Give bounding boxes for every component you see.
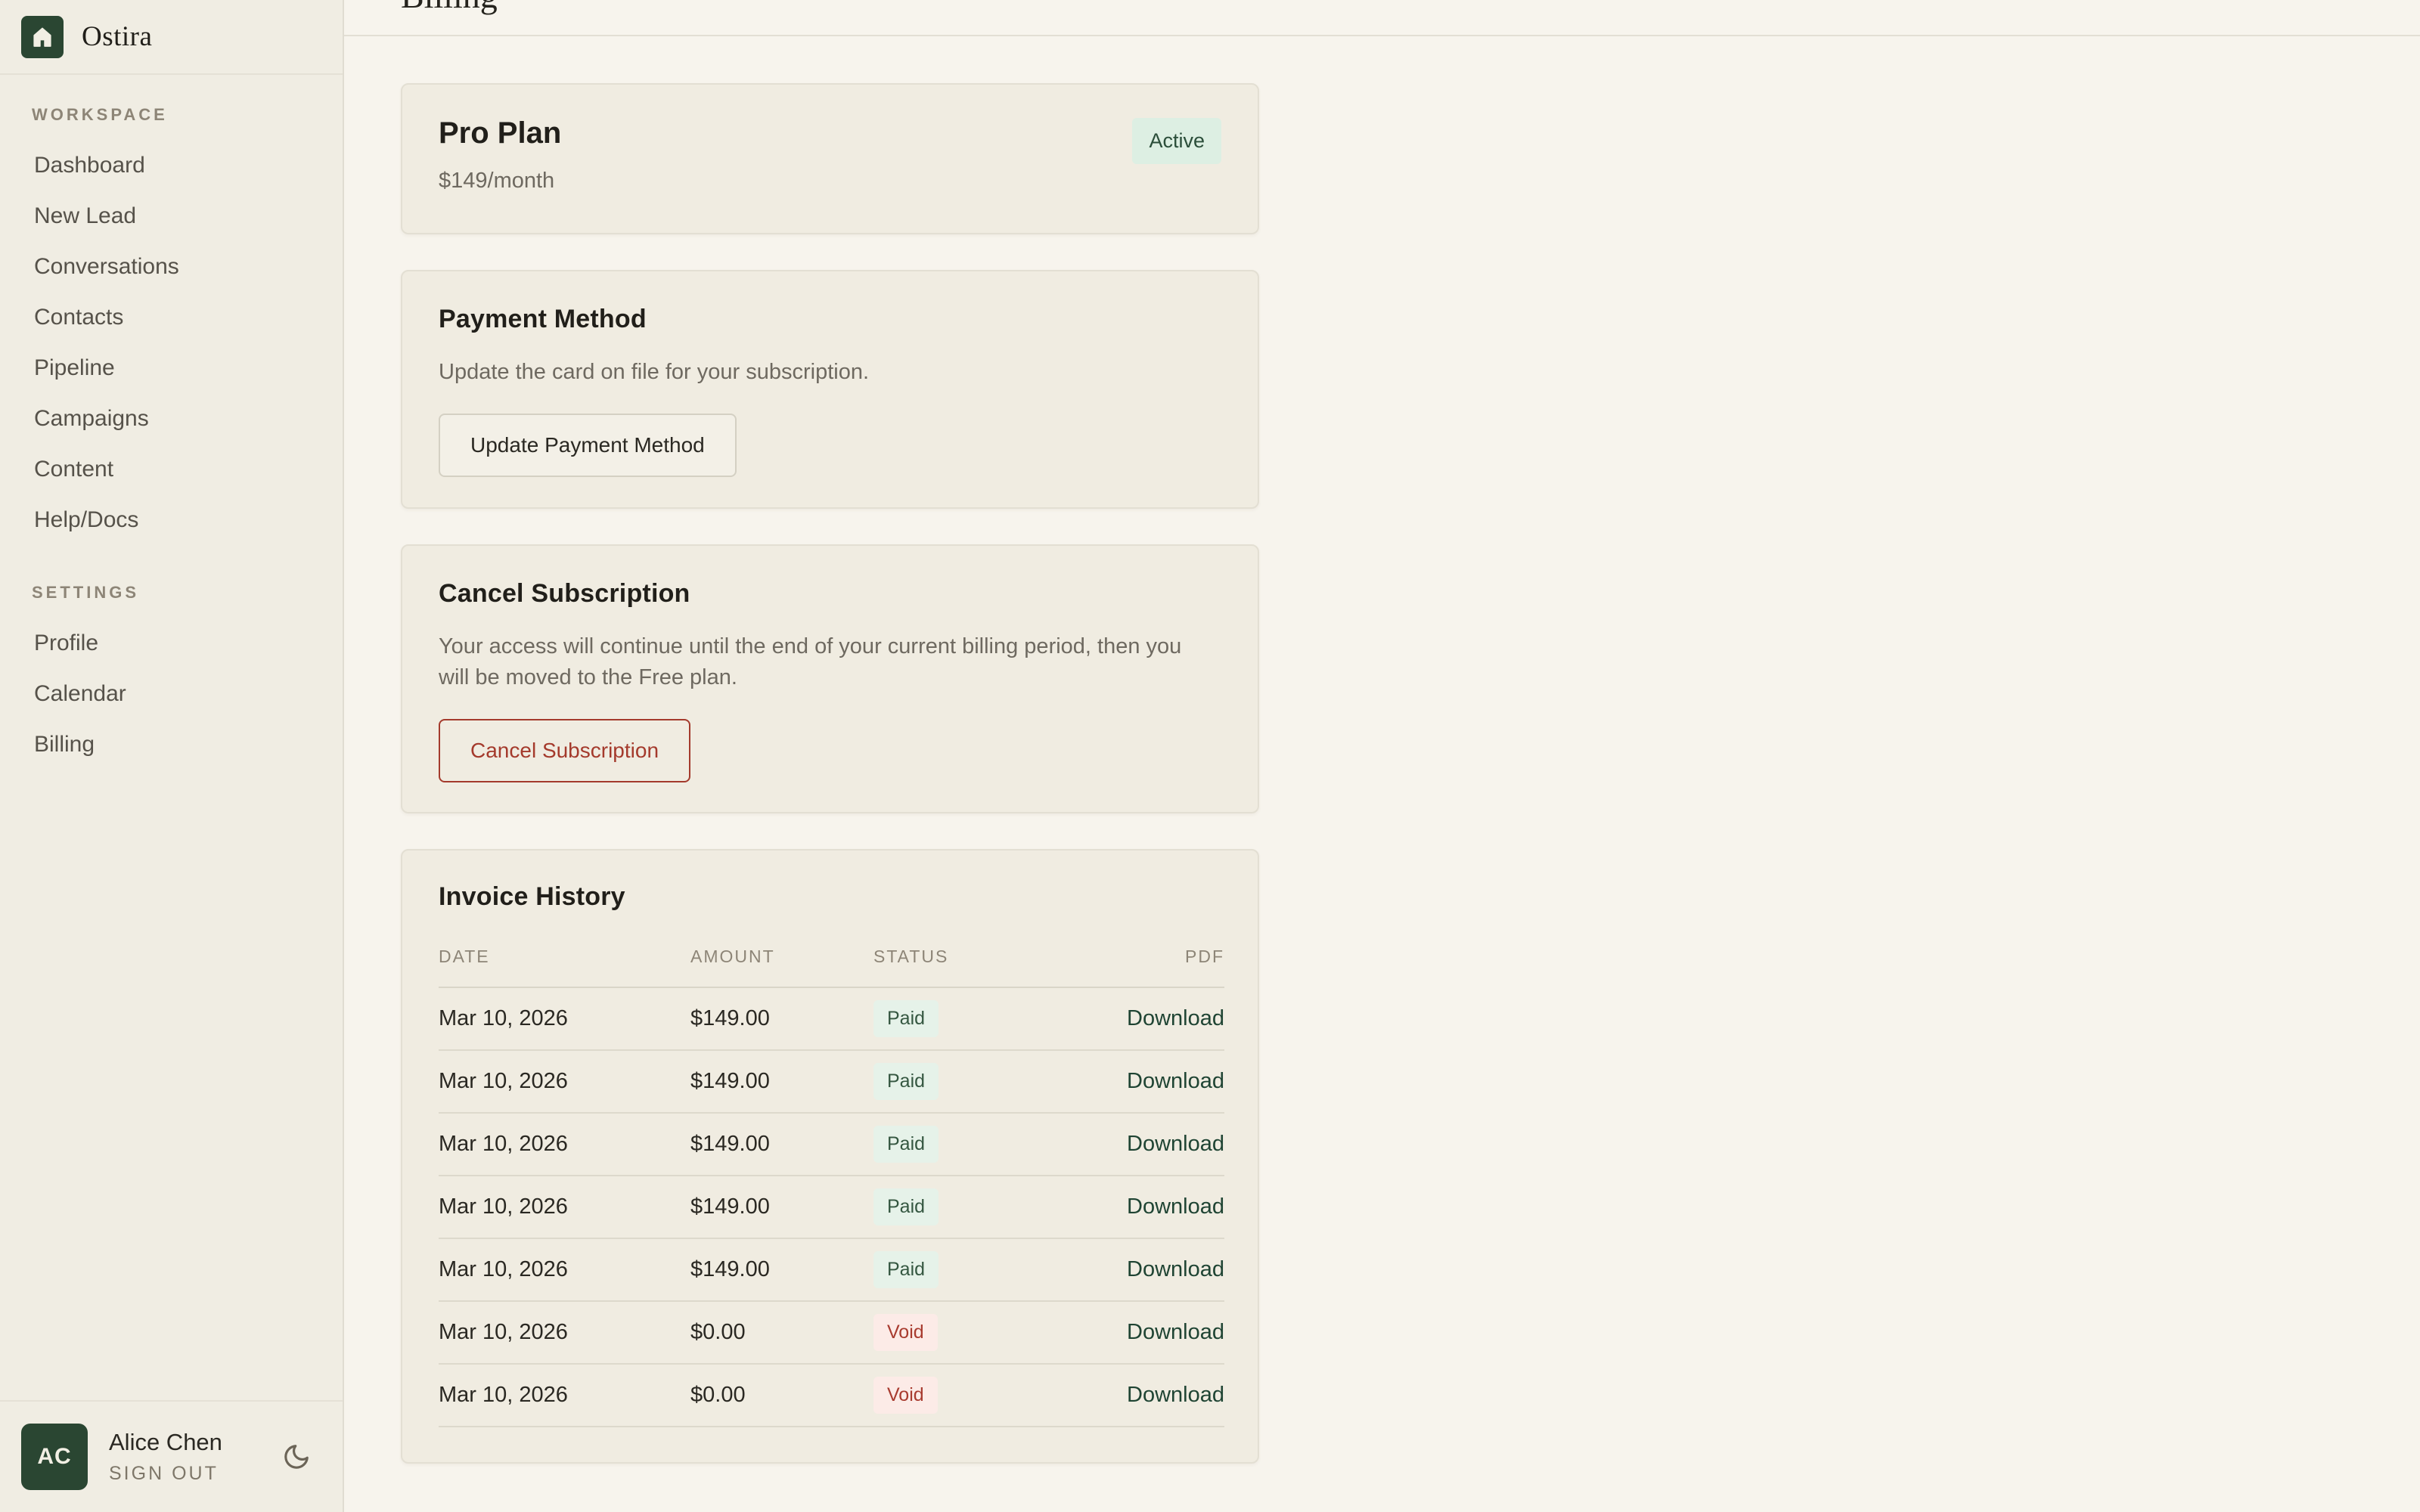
sidebar-item-help-docs[interactable]: Help/Docs xyxy=(0,494,343,545)
plan-name: Pro Plan xyxy=(439,116,561,150)
status-badge: Paid xyxy=(873,1126,939,1163)
table-row: Mar 10, 2026 $149.00 Paid Download xyxy=(439,1051,1224,1114)
download-link[interactable]: Download xyxy=(1127,1383,1224,1407)
cancel-subscription-button[interactable]: Cancel Subscription xyxy=(439,719,690,782)
table-row: Mar 10, 2026 $0.00 Void Download xyxy=(439,1365,1224,1427)
table-row: Mar 10, 2026 $0.00 Void Download xyxy=(439,1302,1224,1365)
sidebar-item-campaigns[interactable]: Campaigns xyxy=(0,393,343,444)
invoice-amount: $0.00 xyxy=(690,1383,873,1408)
invoice-date: Mar 10, 2026 xyxy=(439,1257,690,1282)
theme-toggle[interactable] xyxy=(282,1442,311,1471)
sidebar-nav: WORKSPACE Dashboard New Lead Conversatio… xyxy=(0,75,343,1400)
moon-icon xyxy=(282,1442,311,1471)
plan-card: Pro Plan $149/month Active xyxy=(401,83,1259,234)
main: Billing Pro Plan $149/month Active Payme… xyxy=(344,0,2420,1512)
page-title: Billing xyxy=(401,0,498,16)
table-row: Mar 10, 2026 $149.00 Paid Download xyxy=(439,988,1224,1051)
invoice-history-card: Invoice History DATE AMOUNT STATUS PDF M… xyxy=(401,849,1259,1464)
invoice-amount: $149.00 xyxy=(690,1069,873,1094)
status-badge: Paid xyxy=(873,1188,939,1225)
sidebar: Ostira WORKSPACE Dashboard New Lead Conv… xyxy=(0,0,344,1512)
plan-info: Pro Plan $149/month xyxy=(439,116,561,194)
invoice-history-title: Invoice History xyxy=(439,882,1221,912)
invoice-date: Mar 10, 2026 xyxy=(439,1194,690,1219)
plan-status-badge: Active xyxy=(1132,118,1221,164)
sign-out-button[interactable]: SIGN OUT xyxy=(109,1463,261,1485)
invoice-amount: $149.00 xyxy=(690,1006,873,1031)
status-badge: Void xyxy=(873,1377,938,1414)
sidebar-item-profile[interactable]: Profile xyxy=(0,618,343,668)
app-root: Ostira WORKSPACE Dashboard New Lead Conv… xyxy=(0,0,2420,1512)
invoice-amount: $0.00 xyxy=(690,1320,873,1345)
download-link[interactable]: Download xyxy=(1127,1257,1224,1281)
column-header-status: STATUS xyxy=(873,947,1073,967)
status-badge: Void xyxy=(873,1314,938,1351)
invoice-date: Mar 10, 2026 xyxy=(439,1132,690,1157)
user-name: Alice Chen xyxy=(109,1429,261,1456)
invoice-date: Mar 10, 2026 xyxy=(439,1383,690,1408)
plan-price: $149/month xyxy=(439,169,561,194)
nav-section-settings: SETTINGS xyxy=(0,583,343,603)
column-header-date: DATE xyxy=(439,947,690,967)
invoice-amount: $149.00 xyxy=(690,1132,873,1157)
avatar: AC xyxy=(21,1424,88,1490)
payment-method-title: Payment Method xyxy=(439,305,1221,334)
invoice-table: DATE AMOUNT STATUS PDF Mar 10, 2026 $149… xyxy=(439,947,1224,1427)
cancel-subscription-card: Cancel Subscription Your access will con… xyxy=(401,544,1259,813)
payment-method-card: Payment Method Update the card on file f… xyxy=(401,270,1259,509)
home-icon xyxy=(21,16,64,58)
sidebar-item-conversations[interactable]: Conversations xyxy=(0,241,343,292)
payment-method-description: Update the card on file for your subscri… xyxy=(439,357,1221,388)
download-link[interactable]: Download xyxy=(1127,1132,1224,1156)
user-panel: AC Alice Chen SIGN OUT xyxy=(0,1400,343,1512)
column-header-amount: AMOUNT xyxy=(690,947,873,967)
table-row: Mar 10, 2026 $149.00 Paid Download xyxy=(439,1239,1224,1302)
sidebar-item-content[interactable]: Content xyxy=(0,444,343,494)
brand[interactable]: Ostira xyxy=(0,0,343,75)
download-link[interactable]: Download xyxy=(1127,1006,1224,1030)
table-row: Mar 10, 2026 $149.00 Paid Download xyxy=(439,1176,1224,1239)
sidebar-item-calendar[interactable]: Calendar xyxy=(0,668,343,719)
nav-section-workspace: WORKSPACE xyxy=(0,105,343,125)
invoice-date: Mar 10, 2026 xyxy=(439,1069,690,1094)
invoice-table-header: DATE AMOUNT STATUS PDF xyxy=(439,947,1224,988)
sidebar-item-billing[interactable]: Billing xyxy=(0,719,343,770)
cancel-subscription-description: Your access will continue until the end … xyxy=(439,631,1214,693)
download-link[interactable]: Download xyxy=(1127,1194,1224,1219)
invoice-rows: Mar 10, 2026 $149.00 Paid Download Mar 1… xyxy=(439,988,1224,1427)
invoice-amount: $149.00 xyxy=(690,1194,873,1219)
settings-nav-list: Profile Calendar Billing xyxy=(0,618,343,770)
download-link[interactable]: Download xyxy=(1127,1320,1224,1344)
workspace-nav-list: Dashboard New Lead Conversations Contact… xyxy=(0,140,343,545)
column-header-pdf: PDF xyxy=(1073,947,1224,967)
download-link[interactable]: Download xyxy=(1127,1069,1224,1093)
status-badge: Paid xyxy=(873,1251,939,1288)
brand-name: Ostira xyxy=(82,20,152,53)
cancel-subscription-title: Cancel Subscription xyxy=(439,579,1221,609)
content: Pro Plan $149/month Active Payment Metho… xyxy=(344,36,2420,1464)
sidebar-item-contacts[interactable]: Contacts xyxy=(0,292,343,342)
page-header: Billing xyxy=(344,0,2420,36)
user-info: Alice Chen SIGN OUT xyxy=(109,1429,261,1485)
invoice-amount: $149.00 xyxy=(690,1257,873,1282)
table-row: Mar 10, 2026 $149.00 Paid Download xyxy=(439,1114,1224,1176)
update-payment-method-button[interactable]: Update Payment Method xyxy=(439,414,737,477)
sidebar-item-dashboard[interactable]: Dashboard xyxy=(0,140,343,191)
sidebar-item-pipeline[interactable]: Pipeline xyxy=(0,342,343,393)
status-badge: Paid xyxy=(873,1063,939,1100)
invoice-date: Mar 10, 2026 xyxy=(439,1006,690,1031)
sidebar-item-new-lead[interactable]: New Lead xyxy=(0,191,343,241)
status-badge: Paid xyxy=(873,1000,939,1037)
invoice-date: Mar 10, 2026 xyxy=(439,1320,690,1345)
